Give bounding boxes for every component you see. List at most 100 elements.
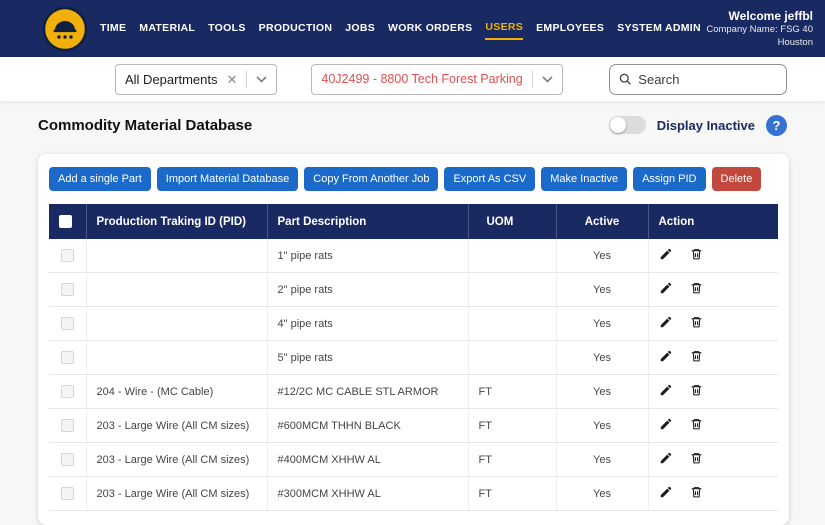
export-as-csv-button[interactable]: Export As CSV [444, 167, 536, 191]
row-checkbox[interactable] [60, 419, 74, 432]
row-select-cell [49, 239, 86, 273]
delete-icon[interactable] [690, 247, 703, 261]
uom-cell: FT [467, 476, 556, 511]
table-row: 5" pipe rats Yes [49, 340, 778, 375]
table-row: 203 - Large Wire (All CM sizes) #600MCM … [49, 408, 778, 443]
make-inactive-button[interactable]: Make Inactive [541, 167, 628, 191]
user-info: Welcome jeffbl Company Name: FSG 40 Hous… [701, 8, 813, 50]
uom-cell [467, 239, 556, 273]
nav-item-material[interactable]: MATERIAL [139, 18, 195, 39]
row-checkbox[interactable] [60, 385, 74, 398]
header-pid: Production Traking ID (PID) [85, 204, 267, 239]
header-action: Action [647, 204, 778, 239]
row-select-cell [49, 442, 86, 477]
add-single-part-button[interactable]: Add a single Part [49, 167, 151, 191]
nav-item-employees[interactable]: EMPLOYEES [536, 18, 604, 39]
delete-icon[interactable] [690, 485, 703, 499]
department-select-value: All Departments [125, 71, 218, 87]
nav-item-jobs[interactable]: JOBS [345, 18, 375, 39]
row-checkbox[interactable] [60, 249, 74, 262]
chevron-down-icon[interactable] [256, 75, 267, 83]
import-material-database-button[interactable]: Import Material Database [156, 167, 299, 191]
table-body: 1" pipe rats Yes 2" pipe rats Yes 4" pip… [49, 239, 778, 511]
copy-from-another-job-button[interactable]: Copy From Another Job [304, 167, 439, 191]
row-select-cell [49, 272, 86, 307]
uom-cell [467, 272, 556, 307]
uom-cell: FT [467, 408, 556, 443]
job-select-value: 40J2499 - 8800 Tech Forest Parking [321, 72, 523, 86]
table-row: 203 - Large Wire (All CM sizes) #300MCM … [49, 476, 778, 511]
material-table: Production Traking ID (PID) Part Descrip… [49, 204, 778, 511]
select-all-checkbox[interactable] [59, 215, 72, 228]
table-header-row: Production Traking ID (PID) Part Descrip… [49, 204, 778, 239]
nav-item-users[interactable]: USERS [485, 17, 524, 40]
search-icon [619, 73, 631, 85]
table-row: 4" pipe rats Yes [49, 306, 778, 341]
description-cell: #12/2C MC CABLE STL ARMOR [266, 374, 468, 409]
delete-icon[interactable] [690, 315, 703, 329]
active-cell: Yes [555, 374, 648, 409]
search-box [609, 63, 787, 95]
material-database-card: Add a single Part Import Material Databa… [38, 154, 789, 525]
filter-bar: All Departments ✕ 40J2499 - 8800 Tech Fo… [0, 57, 825, 102]
action-cell [647, 239, 778, 273]
table-row: 2" pipe rats Yes [49, 272, 778, 307]
nav-item-system-admin[interactable]: SYSTEM ADMIN [617, 18, 701, 39]
help-icon[interactable]: ? [766, 114, 787, 136]
pid-cell [85, 272, 267, 307]
edit-icon[interactable] [659, 451, 673, 465]
edit-icon[interactable] [659, 417, 673, 431]
edit-icon[interactable] [659, 281, 673, 295]
search-input[interactable] [638, 71, 777, 87]
delete-icon[interactable] [690, 383, 703, 397]
active-cell: Yes [555, 306, 648, 341]
row-checkbox[interactable] [60, 283, 74, 296]
company-logo-icon[interactable] [42, 6, 88, 52]
edit-icon[interactable] [659, 247, 673, 261]
action-cell [647, 442, 778, 477]
description-cell: #600MCM THHN BLACK [266, 408, 468, 443]
department-select[interactable]: All Departments ✕ [115, 63, 278, 95]
row-select-cell [49, 306, 86, 341]
delete-icon[interactable] [690, 417, 703, 431]
delete-icon[interactable] [690, 451, 703, 465]
description-cell: 4" pipe rats [266, 306, 468, 341]
row-checkbox[interactable] [60, 453, 74, 466]
pid-cell: 203 - Large Wire (All CM sizes) [85, 408, 267, 443]
welcome-text: Welcome jeffbl [728, 8, 813, 23]
delete-icon[interactable] [690, 281, 703, 295]
pid-cell [85, 239, 267, 273]
row-select-cell [49, 408, 86, 443]
edit-icon[interactable] [659, 349, 673, 363]
delete-button[interactable]: Delete [711, 167, 762, 191]
uom-cell [467, 306, 556, 341]
description-cell: 2" pipe rats [266, 272, 468, 307]
job-select[interactable]: 40J2499 - 8800 Tech Forest Parking [311, 63, 563, 95]
clear-icon[interactable]: ✕ [226, 73, 237, 86]
active-cell: Yes [555, 340, 648, 375]
header-description: Part Description [266, 204, 468, 239]
delete-icon[interactable] [690, 349, 703, 363]
toggle-knob [609, 117, 626, 133]
nav-item-production[interactable]: PRODUCTION [259, 18, 333, 39]
row-checkbox[interactable] [60, 317, 74, 330]
nav-item-work-orders[interactable]: WORK ORDERS [388, 18, 472, 39]
assign-pid-button[interactable]: Assign PID [633, 167, 706, 191]
row-checkbox[interactable] [60, 351, 74, 364]
row-select-cell [49, 476, 86, 511]
table-toolbar: Add a single Part Import Material Databa… [49, 167, 778, 191]
active-cell: Yes [555, 408, 648, 443]
nav-item-tools[interactable]: TOOLS [208, 18, 245, 39]
chevron-down-icon[interactable] [542, 75, 553, 83]
active-cell: Yes [555, 272, 648, 307]
edit-icon[interactable] [659, 315, 673, 329]
edit-icon[interactable] [659, 383, 673, 397]
description-cell: #400MCM XHHW AL [266, 442, 468, 477]
description-cell: 5" pipe rats [266, 340, 468, 375]
display-inactive-toggle[interactable] [608, 116, 646, 134]
pid-cell: 203 - Large Wire (All CM sizes) [85, 442, 267, 477]
nav-item-time[interactable]: TIME [100, 18, 126, 39]
edit-icon[interactable] [659, 485, 673, 499]
row-checkbox[interactable] [60, 487, 74, 500]
pid-cell [85, 306, 267, 341]
